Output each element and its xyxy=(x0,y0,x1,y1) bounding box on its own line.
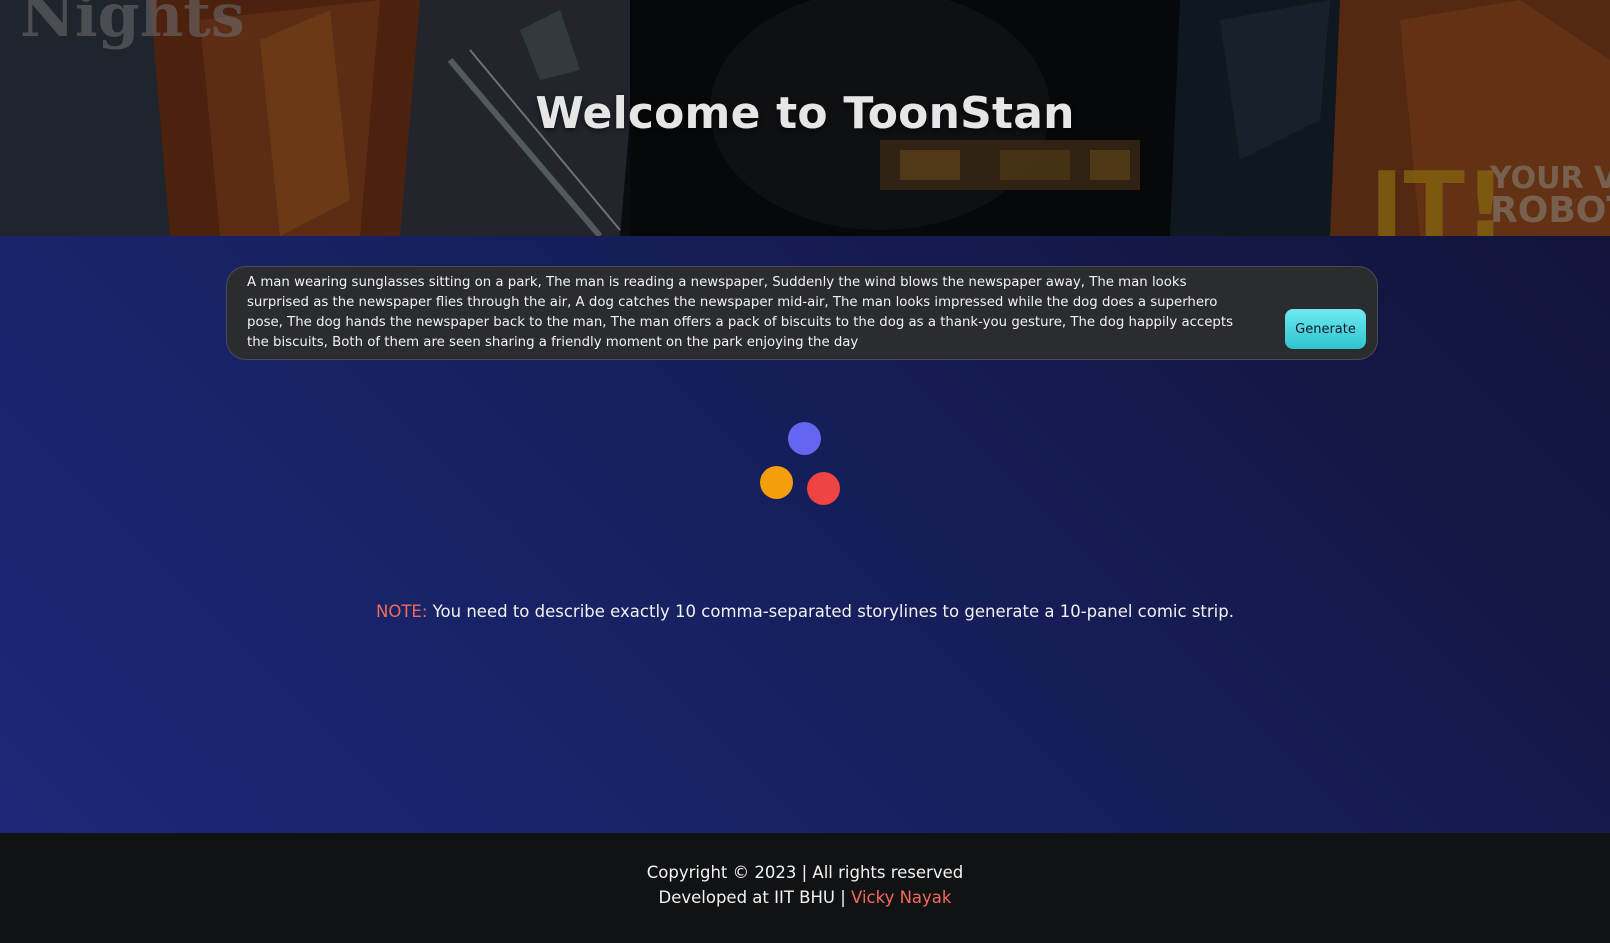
developer-credit: Developed at IIT BHU | Vicky Nayak xyxy=(0,888,1610,907)
developer-link[interactable]: Vicky Nayak xyxy=(851,888,951,907)
note-message: NOTE: You need to describe exactly 10 co… xyxy=(0,602,1610,621)
prompt-container: Generate xyxy=(226,266,1378,360)
generate-button[interactable]: Generate xyxy=(1285,309,1366,349)
loader-dot-red xyxy=(807,472,840,505)
loader-dot-orange xyxy=(760,466,793,499)
storyline-input[interactable] xyxy=(247,273,1247,357)
note-label: NOTE: xyxy=(376,602,428,621)
copyright-text: Copyright © 2023 | All rights reserved xyxy=(646,863,964,882)
footer: Copyright © 2023 | All rights reserved D… xyxy=(0,833,1610,943)
main-content: Generate NOTE: You need to describe exac… xyxy=(0,236,1610,833)
note-text: You need to describe exactly 10 comma-se… xyxy=(427,602,1234,621)
developed-at-text: Developed at IIT BHU | xyxy=(658,888,852,907)
page-title: Welcome to ToonStan xyxy=(535,88,1075,139)
hero-banner: IT! YOUR VE ROBOT Nights Welcome to Toon… xyxy=(0,0,1610,236)
loader-dot-blue xyxy=(788,422,821,455)
